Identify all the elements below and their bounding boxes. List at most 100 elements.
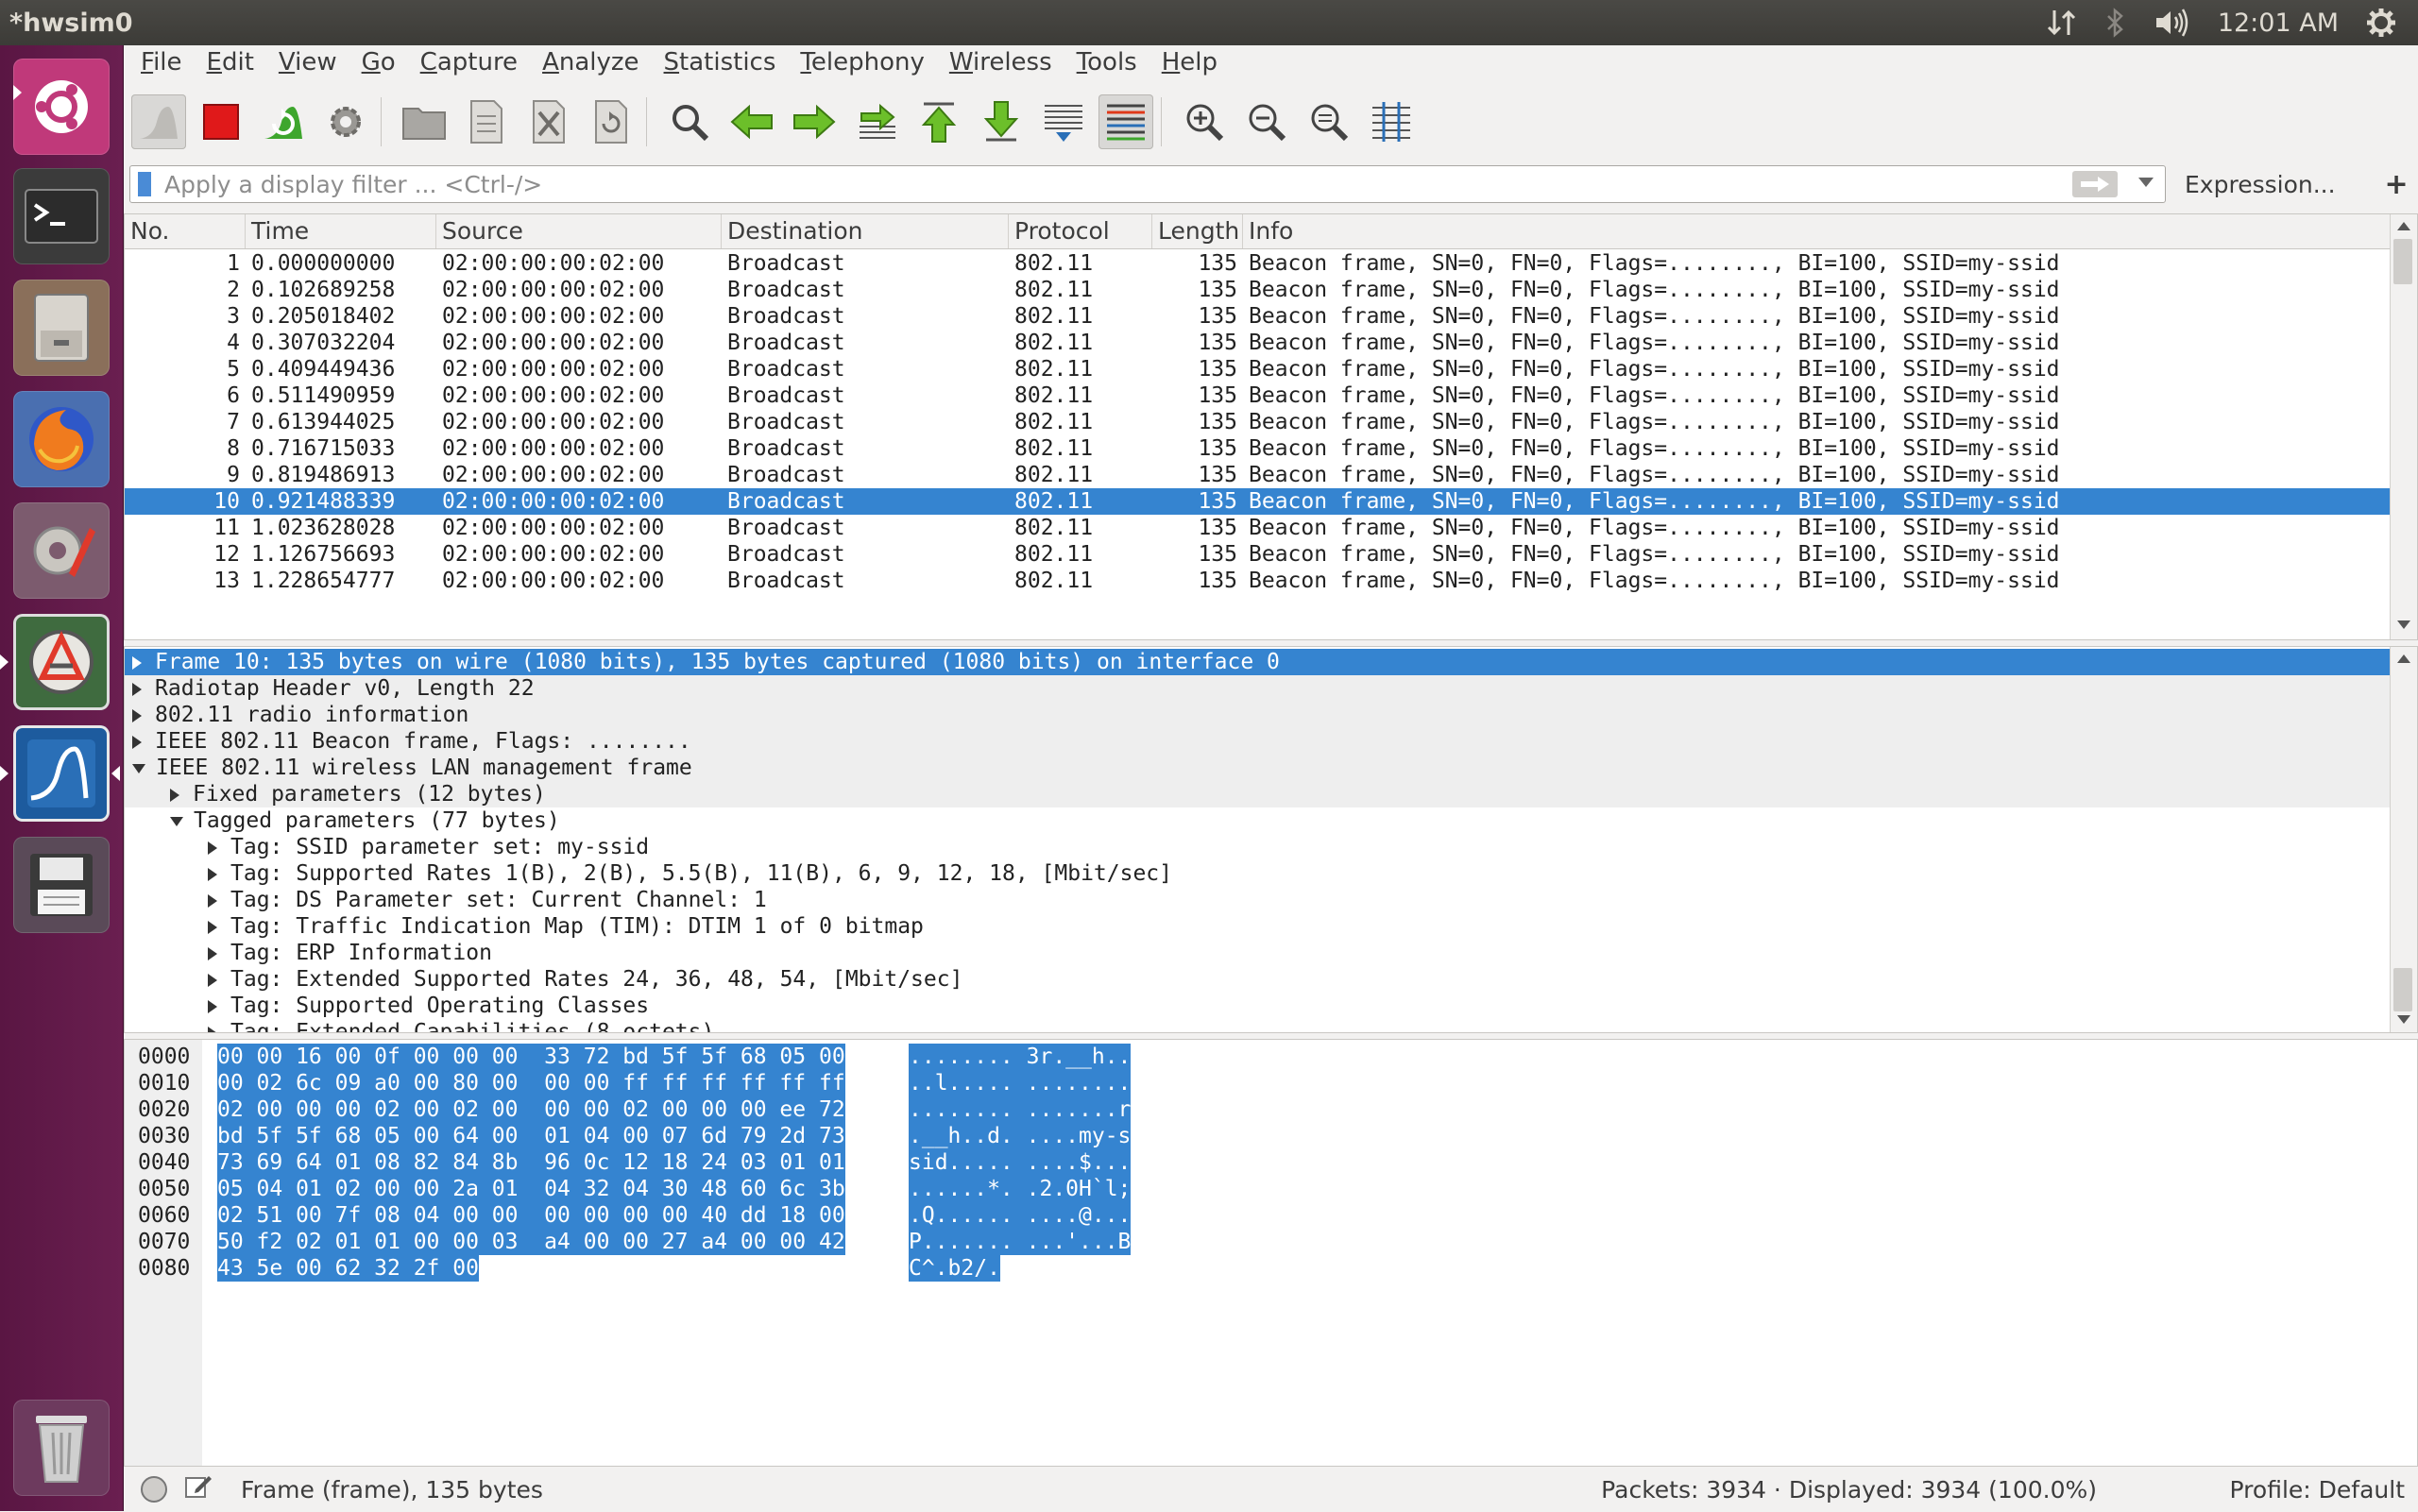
collapsed-triangle-icon[interactable] (132, 682, 142, 696)
packet-row[interactable]: 10 0.921488339 02:00:00:00:02:00 Broadcast 8… (125, 488, 2392, 515)
bytes-ascii[interactable]: ........ 3r.__h.. (909, 1044, 1132, 1070)
packet-row[interactable]: 9 0.819486913 02:00:00:00:02:00 Broadcast 80… (125, 462, 2392, 488)
bytes-ascii[interactable]: .Q...... ....@... (909, 1202, 1132, 1229)
column-header-destination[interactable]: Destination (722, 214, 1009, 248)
packet-row[interactable]: 8 0.716715033 02:00:00:00:02:00 Broadcast 80… (125, 435, 2392, 462)
bytes-hex[interactable]: 43 5e 00 62 32 2f 00 (217, 1255, 479, 1282)
details-tree-item[interactable]: Tag: ERP Information (125, 940, 2392, 966)
collapsed-triangle-icon[interactable] (208, 893, 217, 908)
colorize-button[interactable] (1098, 94, 1153, 149)
packet-row[interactable]: 13 1.228654777 02:00:00:00:02:00 Broadcast 8… (125, 568, 2392, 594)
resize-columns-button[interactable] (1364, 94, 1419, 149)
scroll-down-icon[interactable] (2397, 620, 2410, 629)
bytes-ascii[interactable]: sid..... ....$... (909, 1149, 1132, 1176)
menu-analyze[interactable]: Analyze (542, 48, 639, 76)
bytes-hex[interactable]: 02 51 00 7f 08 04 00 00 00 00 00 00 40 d… (217, 1202, 845, 1229)
details-tree-item[interactable]: 802.11 radio information (125, 702, 2392, 728)
packet-row[interactable]: 12 1.126756693 02:00:00:00:02:00 Broadcast 8… (125, 541, 2392, 568)
menu-telephony[interactable]: Telephony (800, 48, 924, 76)
packet-row[interactable]: 4 0.307032204 02:00:00:00:02:00 Broadcast 80… (125, 330, 2392, 356)
details-tree-item[interactable]: Tag: Extended Capabilities (8 octets) (125, 1019, 2392, 1032)
collapsed-triangle-icon[interactable] (132, 708, 142, 722)
expression-button[interactable]: Expression... (2185, 171, 2336, 198)
packet-row[interactable]: 7 0.613944025 02:00:00:00:02:00 Broadcast 80… (125, 409, 2392, 435)
collapsed-triangle-icon[interactable] (170, 788, 179, 802)
details-tree-item[interactable]: Fixed parameters (12 bytes) (125, 781, 2392, 807)
details-tree-item[interactable]: IEEE 802.11 Beacon frame, Flags: .......… (125, 728, 2392, 755)
network-icon[interactable] (2046, 7, 2078, 39)
clock[interactable]: 12:01 AM (2218, 8, 2339, 38)
auto-scroll-button[interactable] (1036, 94, 1091, 149)
zoom-normal-button[interactable] (1302, 94, 1356, 149)
zoom-in-button[interactable] (1177, 94, 1232, 149)
reload-file-button[interactable] (584, 94, 639, 149)
bytes-hex[interactable]: 05 04 01 02 00 00 2a 01 04 32 04 30 48 6… (217, 1176, 845, 1202)
go-to-packet-button[interactable] (849, 94, 904, 149)
expanded-triangle-icon[interactable] (170, 816, 183, 826)
column-header-protocol[interactable]: Protocol (1009, 214, 1152, 248)
menu-wireless[interactable]: Wireless (949, 48, 1052, 76)
collapsed-triangle-icon[interactable] (208, 841, 217, 855)
menu-help[interactable]: Help (1162, 48, 1218, 76)
bytes-ascii[interactable]: P....... ...'...B (909, 1229, 1132, 1255)
packet-row[interactable]: 2 0.102689258 02:00:00:00:02:00 Broadcast 80… (125, 277, 2392, 303)
collapsed-triangle-icon[interactable] (132, 735, 142, 749)
packet-list-scrollbar[interactable] (2390, 214, 2417, 639)
menu-edit[interactable]: Edit (207, 48, 254, 76)
gear-icon[interactable] (2365, 7, 2397, 39)
trash-launcher[interactable] (13, 1400, 110, 1496)
last-packet-button[interactable] (974, 94, 1029, 149)
details-tree-item[interactable]: Tag: Traffic Indication Map (TIM): DTIM … (125, 913, 2392, 940)
files-launcher[interactable] (13, 280, 110, 376)
collapsed-triangle-icon[interactable] (208, 1026, 217, 1032)
scroll-up-icon[interactable] (2397, 654, 2410, 663)
details-tree-item[interactable]: Tag: DS Parameter set: Current Channel: … (125, 887, 2392, 913)
column-header-time[interactable]: Time (246, 214, 436, 248)
restart-capture-button[interactable] (256, 94, 311, 149)
collapsed-triangle-icon[interactable] (208, 973, 217, 987)
menu-go[interactable]: Go (362, 48, 396, 76)
scrollbar-thumb[interactable] (2393, 239, 2412, 284)
packet-row[interactable]: 3 0.205018402 02:00:00:00:02:00 Broadcast 80… (125, 303, 2392, 330)
column-header-source[interactable]: Source (436, 214, 722, 248)
zoom-out-button[interactable] (1239, 94, 1294, 149)
packet-row[interactable]: 11 1.023628028 02:00:00:00:02:00 Broadcast 8… (125, 515, 2392, 541)
bluetooth-icon[interactable] (2104, 7, 2127, 39)
expert-info-icon[interactable] (141, 1476, 167, 1503)
bytes-hex[interactable]: 73 69 64 01 08 82 84 8b 96 0c 12 18 24 0… (217, 1149, 845, 1176)
menu-statistics[interactable]: Statistics (664, 48, 776, 76)
scroll-up-icon[interactable] (2397, 222, 2410, 230)
go-forward-button[interactable] (787, 94, 842, 149)
bytes-hex[interactable]: 02 00 00 00 02 00 02 00 00 00 02 00 00 0… (217, 1096, 845, 1123)
status-profile[interactable]: Profile: Default (2230, 1476, 2405, 1504)
collapsed-triangle-icon[interactable] (208, 920, 217, 934)
details-tree-item[interactable]: Tagged parameters (77 bytes) (125, 807, 2392, 834)
save-disk-launcher[interactable] (13, 837, 110, 933)
software-updater-launcher[interactable] (0, 614, 110, 710)
capture-comment-icon[interactable] (184, 1472, 213, 1506)
first-packet-button[interactable] (911, 94, 966, 149)
add-filter-button[interactable]: + (2385, 168, 2409, 201)
bytes-hex[interactable]: 00 00 16 00 0f 00 00 00 33 72 bd 5f 5f 6… (217, 1044, 845, 1070)
details-tree-item[interactable]: Tag: Extended Supported Rates 24, 36, 48… (125, 966, 2392, 993)
collapsed-triangle-icon[interactable] (132, 655, 142, 670)
apply-filter-button[interactable] (2072, 171, 2118, 197)
details-scrollbar[interactable] (2390, 647, 2417, 1032)
stop-capture-button[interactable] (194, 94, 248, 149)
firefox-launcher[interactable] (13, 391, 110, 487)
details-tree-item[interactable]: Tag: SSID parameter set: my-ssid (125, 834, 2392, 860)
bytes-hex[interactable]: 00 02 6c 09 a0 00 80 00 00 00 ff ff ff f… (217, 1070, 845, 1096)
bytes-ascii[interactable]: ......*. .2.0H`l; (909, 1176, 1132, 1202)
menu-file[interactable]: File (141, 48, 182, 76)
bytes-hex[interactable]: 50 f2 02 01 01 00 00 03 a4 00 00 27 a4 0… (217, 1229, 845, 1255)
menu-view[interactable]: View (279, 48, 337, 76)
bytes-hex[interactable]: bd 5f 5f 68 05 00 64 00 01 04 00 07 6d 7… (217, 1123, 845, 1149)
collapsed-triangle-icon[interactable] (208, 867, 217, 881)
column-header-length[interactable]: Length (1152, 214, 1243, 248)
column-header-info[interactable]: Info (1243, 214, 2392, 248)
packet-row[interactable]: 6 0.511490959 02:00:00:00:02:00 Broadcast 80… (125, 382, 2392, 409)
packet-row[interactable]: 5 0.409449436 02:00:00:00:02:00 Broadcast 80… (125, 356, 2392, 382)
volume-icon[interactable] (2154, 7, 2191, 39)
menu-capture[interactable]: Capture (420, 48, 518, 76)
menu-tools[interactable]: Tools (1077, 48, 1137, 76)
